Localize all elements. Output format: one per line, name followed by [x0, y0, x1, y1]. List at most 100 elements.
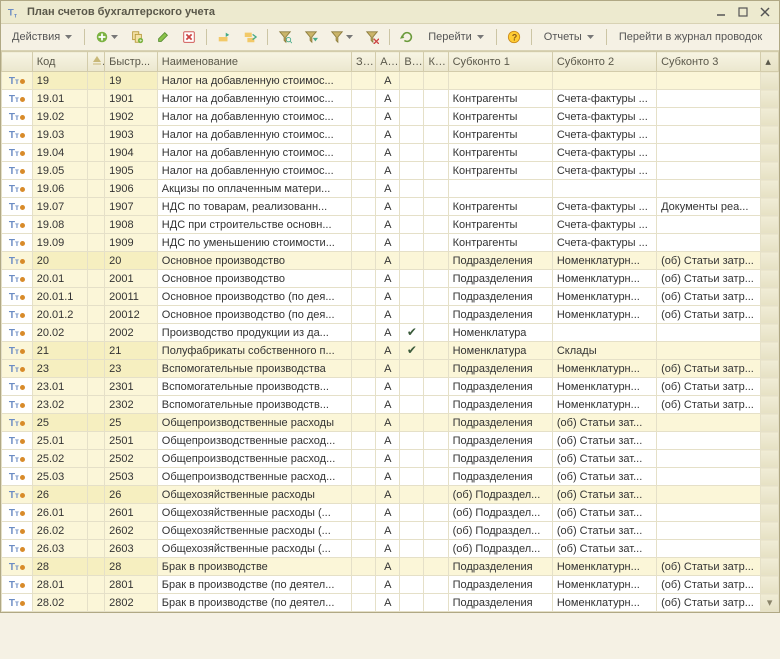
scrollbar-track[interactable]: [761, 378, 779, 396]
help-button[interactable]: ?: [502, 27, 526, 47]
table-row[interactable]: Tт20.01.120011Основное производство (по …: [2, 288, 779, 306]
fast-cell: 2501: [105, 432, 158, 450]
a-cell: А: [376, 108, 400, 126]
table-row[interactable]: Tт19.021902Налог на добавленную стоимос.…: [2, 108, 779, 126]
journal-link[interactable]: Перейти в журнал проводок: [612, 27, 769, 47]
table-row[interactable]: Tт19.091909НДС по уменьшению стоимости..…: [2, 234, 779, 252]
table-row[interactable]: Tт2626Общехозяйственные расходыА(об) Под…: [2, 486, 779, 504]
scrollbar-track[interactable]: [761, 396, 779, 414]
filter-clear-button[interactable]: [360, 27, 384, 47]
scrollbar-track[interactable]: [761, 432, 779, 450]
minimize-button[interactable]: [713, 5, 729, 19]
add-button[interactable]: [90, 27, 123, 47]
scrollbar-track[interactable]: [761, 342, 779, 360]
table-row[interactable]: Tт25.032503Общепроизводственные расход..…: [2, 468, 779, 486]
col-z-header[interactable]: З...: [352, 52, 376, 72]
table-row[interactable]: Tт2525Общепроизводственные расходыАПодра…: [2, 414, 779, 432]
scrollbar-track[interactable]: [761, 270, 779, 288]
col-v-header[interactable]: В...: [400, 52, 424, 72]
scrollbar-track[interactable]: [761, 90, 779, 108]
table-row[interactable]: Tт20.012001Основное производствоАПодразд…: [2, 270, 779, 288]
table-row[interactable]: Tт19.061906Акцизы по оплаченным матери..…: [2, 180, 779, 198]
scrollbar-track[interactable]: [761, 144, 779, 162]
col-icon-header[interactable]: [2, 52, 33, 72]
table-row[interactable]: Tт2828Брак в производствеАПодразделенияН…: [2, 558, 779, 576]
scrollbar-up[interactable]: ▴: [761, 52, 779, 72]
table-row[interactable]: Tт25.022502Общепроизводственные расход..…: [2, 450, 779, 468]
scrollbar-track[interactable]: [761, 468, 779, 486]
table-row[interactable]: Tт2323Вспомогательные производстваАПодра…: [2, 360, 779, 378]
subkonto3-cell: (об) Статьи затр...: [657, 558, 761, 576]
table-row[interactable]: Tт26.012601Общехозяйственные расходы (..…: [2, 504, 779, 522]
move-item-button[interactable]: [238, 27, 262, 47]
delete-button[interactable]: [177, 27, 201, 47]
scrollbar-track[interactable]: [761, 288, 779, 306]
accounts-grid[interactable]: Код Быстр... Наименование З... А... В...…: [1, 51, 779, 612]
filter-find-button[interactable]: [273, 27, 297, 47]
col-s1-header[interactable]: Субконто 1: [448, 52, 552, 72]
scrollbar-track[interactable]: [761, 522, 779, 540]
table-row[interactable]: Tт19.081908НДС при строительстве основн.…: [2, 216, 779, 234]
table-row[interactable]: Tт19.031903Налог на добавленную стоимос.…: [2, 126, 779, 144]
reports-menu[interactable]: Отчеты: [537, 27, 601, 47]
move-up-level-button[interactable]: [212, 27, 236, 47]
scrollbar-track[interactable]: [761, 198, 779, 216]
table-row[interactable]: Tт28.022802Брак в производстве (по деяте…: [2, 594, 779, 612]
table-row[interactable]: Tт19.011901Налог на добавленную стоимос.…: [2, 90, 779, 108]
col-sort-header[interactable]: [87, 52, 105, 72]
table-row[interactable]: Tт1919Налог на добавленную стоимос...А: [2, 72, 779, 90]
col-k-header[interactable]: К...: [424, 52, 448, 72]
table-row[interactable]: Tт20.01.220012Основное производство (по …: [2, 306, 779, 324]
scrollbar-track[interactable]: [761, 162, 779, 180]
scrollbar-track[interactable]: [761, 576, 779, 594]
scrollbar-track[interactable]: [761, 486, 779, 504]
table-row[interactable]: Tт26.022602Общехозяйственные расходы (..…: [2, 522, 779, 540]
scrollbar-down[interactable]: ▾: [761, 594, 779, 612]
col-fast-header[interactable]: Быстр...: [105, 52, 158, 72]
table-row[interactable]: Tт19.051905Налог на добавленную стоимос.…: [2, 162, 779, 180]
close-button[interactable]: [757, 5, 773, 19]
table-row[interactable]: Tт19.041904Налог на добавленную стоимос.…: [2, 144, 779, 162]
col-code-header[interactable]: Код: [32, 52, 87, 72]
col-a-header[interactable]: А...: [376, 52, 400, 72]
copy-button[interactable]: +: [125, 27, 149, 47]
table-row[interactable]: Tт28.012801Брак в производстве (по деяте…: [2, 576, 779, 594]
scrollbar-track[interactable]: [761, 504, 779, 522]
scrollbar-track[interactable]: [761, 306, 779, 324]
svg-text:T: T: [8, 8, 14, 19]
scrollbar-track[interactable]: [761, 180, 779, 198]
scrollbar-track[interactable]: [761, 216, 779, 234]
maximize-button[interactable]: [735, 5, 751, 19]
filter-history-button[interactable]: [325, 27, 358, 47]
scrollbar-track[interactable]: [761, 72, 779, 90]
actions-menu[interactable]: Действия: [5, 27, 79, 47]
col-s3-header[interactable]: Субконто 3: [657, 52, 761, 72]
table-row[interactable]: Tт20.022002Производство продукции из да.…: [2, 324, 779, 342]
goto-menu[interactable]: Перейти: [421, 27, 491, 47]
table-row[interactable]: Tт23.022302Вспомогательные производств..…: [2, 396, 779, 414]
z-cell: [352, 522, 376, 540]
filter-current-button[interactable]: [299, 27, 323, 47]
table-row[interactable]: Tт2020Основное производствоАПодразделени…: [2, 252, 779, 270]
scrollbar-track[interactable]: [761, 324, 779, 342]
table-row[interactable]: Tт19.071907НДС по товарам, реализованн..…: [2, 198, 779, 216]
scrollbar-track[interactable]: [761, 360, 779, 378]
edit-button[interactable]: [151, 27, 175, 47]
scrollbar-track[interactable]: [761, 252, 779, 270]
scrollbar-track[interactable]: [761, 108, 779, 126]
scrollbar-track[interactable]: [761, 540, 779, 558]
table-row[interactable]: Tт25.012501Общепроизводственные расход..…: [2, 432, 779, 450]
table-row[interactable]: Tт23.012301Вспомогательные производств..…: [2, 378, 779, 396]
scrollbar-track[interactable]: [761, 414, 779, 432]
col-name-header[interactable]: Наименование: [157, 52, 351, 72]
table-row[interactable]: Tт2121Полуфабрикаты собственного п...А✔Н…: [2, 342, 779, 360]
account-icon: Tт: [9, 454, 25, 465]
col-s2-header[interactable]: Субконто 2: [552, 52, 656, 72]
scrollbar-track[interactable]: [761, 126, 779, 144]
scrollbar-track[interactable]: [761, 558, 779, 576]
table-row[interactable]: Tт26.032603Общехозяйственные расходы (..…: [2, 540, 779, 558]
scrollbar-track[interactable]: [761, 234, 779, 252]
refresh-button[interactable]: [395, 27, 419, 47]
scrollbar-track[interactable]: [761, 450, 779, 468]
subkonto2-cell: Номенклатурн...: [552, 396, 656, 414]
